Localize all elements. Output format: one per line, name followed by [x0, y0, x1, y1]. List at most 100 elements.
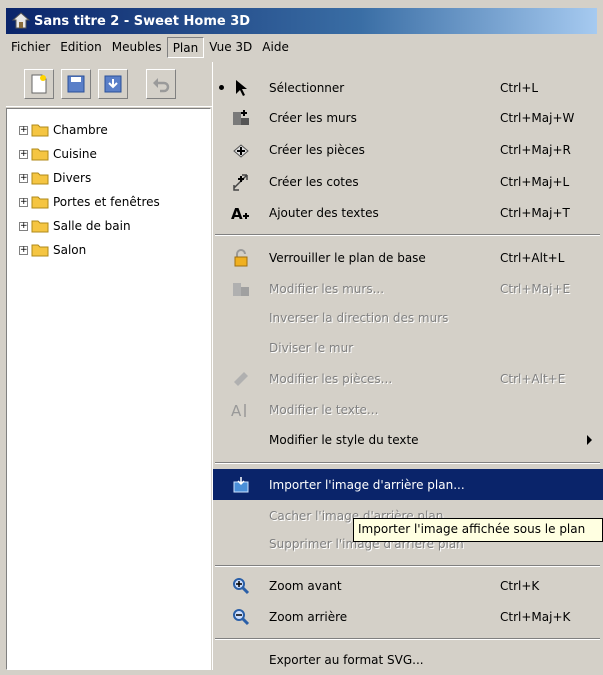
menu-item-zoom-arriere[interactable]: Zoom arrière Ctrl+Maj+K — [213, 601, 603, 632]
menu-item-label: Modifier le style du texte — [269, 432, 419, 447]
menu-item-ajouter-des-textes[interactable]: A Ajouter des textes Ctrl+Maj+T — [213, 197, 603, 228]
menu-item-label: Zoom arrière — [269, 609, 348, 624]
expand-icon[interactable]: + — [19, 197, 28, 207]
submenu-arrow-icon — [587, 435, 592, 445]
undo-icon — [153, 78, 170, 93]
menu-item-shortcut: Ctrl+Maj+W — [500, 110, 575, 125]
menu-item-modifier-le-style-du-texte[interactable]: Modifier le style du texte — [213, 424, 603, 455]
menu-item-label: Verrouiller le plan de base — [269, 250, 426, 265]
window-title: Sans titre 2 - Sweet Home 3D — [34, 13, 251, 29]
menu-bar: Fichier Edition Meubles Plan Vue 3D Aide — [6, 34, 597, 61]
save-icon — [67, 75, 85, 93]
menu-item-importer-l-image-d-arriere-plan[interactable]: Importer l'image d'arrière plan... — [213, 469, 603, 500]
menu-separator — [215, 462, 600, 464]
tree-item-label: Salle de bain — [53, 219, 131, 233]
menu-item-shortcut: Ctrl+Alt+E — [500, 371, 566, 386]
tree-item-label: Portes et fenêtres — [53, 195, 160, 209]
checked-bullet-icon — [219, 85, 224, 90]
menu-item-label: Créer les murs — [269, 110, 357, 125]
menu-item-shortcut: Ctrl+Maj+L — [500, 174, 570, 189]
open-button[interactable] — [98, 69, 128, 99]
svg-text:A: A — [231, 205, 243, 222]
menu-meubles[interactable]: Meubles — [107, 37, 167, 58]
plan-dropdown-menu: Sélectionner Ctrl+L Créer les murs Ctrl+… — [212, 62, 603, 670]
menu-item-modifier-les-pieces: Modifier les pièces... Ctrl+Alt+E — [213, 363, 603, 394]
menu-item-label: Créer les pièces — [269, 142, 365, 157]
menu-item-label: Zoom avant — [269, 578, 342, 593]
expand-icon[interactable]: + — [19, 221, 28, 231]
tree-item-salle-de-bain[interactable]: + Salle de bain — [19, 215, 131, 237]
tree-item-salon[interactable]: + Salon — [19, 239, 86, 261]
menu-aide[interactable]: Aide — [257, 37, 294, 58]
folder-icon — [31, 196, 49, 209]
tree-item-cuisine[interactable]: + Cuisine — [19, 143, 97, 165]
tree-item-chambre[interactable]: + Chambre — [19, 119, 108, 141]
dimension-icon — [231, 172, 251, 192]
tree-item-divers[interactable]: + Divers — [19, 167, 91, 189]
open-icon — [104, 75, 122, 93]
room-icon — [231, 140, 251, 160]
expand-icon[interactable]: + — [19, 149, 28, 159]
folder-icon — [31, 124, 49, 137]
folder-icon — [31, 172, 49, 185]
menu-separator — [215, 565, 600, 567]
menu-item-exporter-au-format-svg[interactable]: Exporter au format SVG... — [213, 644, 603, 675]
menu-item-label: Modifier les murs... — [269, 281, 385, 296]
tree-item-label: Chambre — [53, 123, 108, 137]
menu-item-label: Inverser la direction des murs — [269, 310, 449, 325]
menu-item-label: Diviser le mur — [269, 340, 354, 355]
arrow-cursor-icon — [231, 78, 251, 98]
menu-item-label: Modifier les pièces... — [269, 371, 393, 386]
modify-walls-icon — [231, 279, 251, 299]
menu-item-shortcut: Ctrl+Maj+K — [500, 609, 571, 624]
lock-icon — [231, 248, 251, 268]
expand-icon[interactable]: + — [19, 173, 28, 183]
folder-icon — [31, 148, 49, 161]
new-document-button[interactable] — [24, 69, 54, 99]
tree-item-portes-et-fenetres[interactable]: + Portes et fenêtres — [19, 191, 160, 213]
menu-item-shortcut: Ctrl+Maj+E — [500, 281, 571, 296]
tree-item-label: Salon — [53, 243, 87, 257]
expand-icon[interactable]: + — [19, 125, 28, 135]
new-document-icon — [31, 74, 47, 94]
menu-item-shortcut: Ctrl+Maj+R — [500, 142, 571, 157]
menu-edition[interactable]: Edition — [55, 37, 107, 58]
tooltip: Importer l'image affichée sous le plan — [353, 518, 603, 542]
menu-item-shortcut: Ctrl+K — [500, 578, 540, 593]
menu-separator — [215, 234, 600, 236]
modify-text-icon: A — [231, 400, 251, 420]
add-text-icon: A — [231, 203, 251, 223]
undo-button[interactable] — [146, 69, 176, 99]
menu-item-creer-les-cotes[interactable]: Créer les cotes Ctrl+Maj+L — [213, 166, 603, 197]
menu-item-label: Exporter au format SVG... — [269, 652, 424, 667]
expand-icon[interactable]: + — [19, 245, 28, 255]
menu-item-creer-les-pieces[interactable]: Créer les pièces Ctrl+Maj+R — [213, 134, 603, 165]
title-bar: Sans titre 2 - Sweet Home 3D — [6, 8, 597, 34]
folder-icon — [31, 244, 49, 257]
menu-item-modifier-le-texte: A Modifier le texte... — [213, 394, 603, 425]
menu-separator — [215, 638, 600, 640]
menu-item-verrouiller-le-plan-de-base[interactable]: Verrouiller le plan de base Ctrl+Alt+L — [213, 242, 603, 273]
svg-text:A: A — [231, 402, 242, 419]
menu-item-creer-les-murs[interactable]: Créer les murs Ctrl+Maj+W — [213, 102, 603, 133]
tree-item-label: Divers — [53, 171, 92, 185]
menu-item-shortcut: Ctrl+L — [500, 80, 539, 95]
menu-item-label: Ajouter des textes — [269, 205, 379, 220]
menu-item-label: Importer l'image d'arrière plan... — [269, 477, 465, 492]
menu-fichier[interactable]: Fichier — [6, 37, 55, 58]
menu-plan[interactable]: Plan — [166, 37, 205, 58]
save-button[interactable] — [61, 69, 91, 99]
zoom-in-icon — [231, 576, 251, 596]
menu-item-label: Modifier le texte... — [269, 402, 379, 417]
folder-icon — [31, 220, 49, 233]
toolbar — [6, 61, 216, 107]
menu-item-selectionner[interactable]: Sélectionner Ctrl+L — [213, 72, 603, 103]
menu-item-shortcut: Ctrl+Maj+T — [500, 205, 570, 220]
wall-icon — [231, 108, 251, 128]
import-image-icon — [231, 475, 251, 495]
menu-item-label: Sélectionner — [269, 80, 345, 95]
sweet-home-3d-logo-icon — [12, 12, 30, 29]
menu-vue-3d[interactable]: Vue 3D — [204, 37, 257, 58]
zoom-out-icon — [231, 607, 251, 627]
menu-item-zoom-avant[interactable]: Zoom avant Ctrl+K — [213, 570, 603, 601]
